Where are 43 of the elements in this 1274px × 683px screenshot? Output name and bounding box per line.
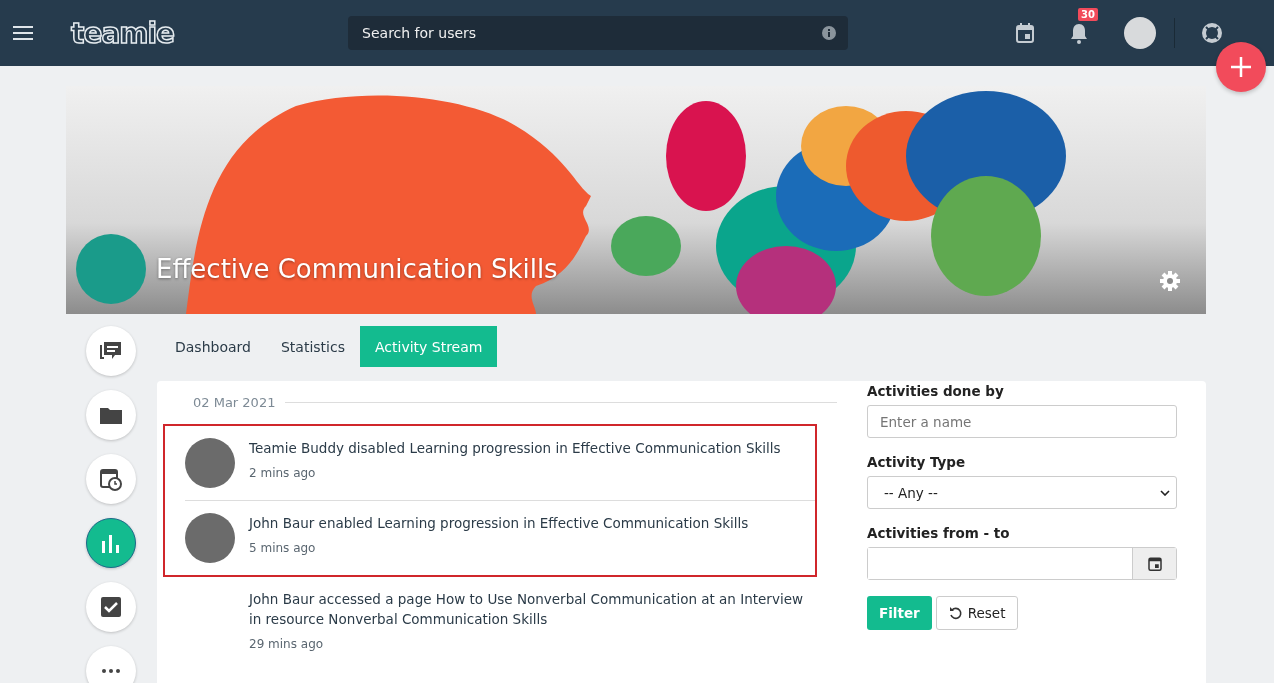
search-field[interactable]: Search for users xyxy=(360,24,823,42)
checkbox-icon xyxy=(101,597,121,617)
activity-time: 29 mins ago xyxy=(249,637,325,651)
posts-nav-button[interactable] xyxy=(86,326,136,376)
help-icon[interactable] xyxy=(1201,22,1224,44)
activity-time: 5 mins ago xyxy=(249,541,317,555)
activity-text: John Baur accessed a page How to Use Nonverbal Communication at an Interview in resource Nonverbal Communication Skills xyxy=(249,590,804,629)
calendar-clock-icon xyxy=(100,467,122,491)
field-label: Activities done by xyxy=(867,383,1005,399)
field-label: Activity Type xyxy=(867,454,967,470)
more-icon xyxy=(102,669,120,673)
name-field[interactable]: Enter a name xyxy=(867,405,1177,438)
chart-nav-button[interactable] xyxy=(86,518,136,568)
folder-nav-button[interactable] xyxy=(86,390,136,440)
reset-button[interactable]: Reset xyxy=(935,596,1019,630)
reset-icon xyxy=(948,606,962,620)
tasks-nav-button[interactable] xyxy=(86,582,136,632)
activity-text: Teamie Buddy disabled Learning progression in Effective Communication Skills xyxy=(249,439,781,458)
date-heading: 02 Mar 2021 xyxy=(193,395,276,410)
search-bar[interactable]: Search for users xyxy=(348,16,849,50)
field-label: Activities from - to xyxy=(867,525,1011,541)
chevron-down-icon xyxy=(1160,489,1170,496)
calendar-icon[interactable] xyxy=(1016,23,1035,43)
plus-icon xyxy=(1230,56,1252,78)
bell-icon[interactable] xyxy=(1070,22,1089,44)
info-icon[interactable] xyxy=(822,26,837,40)
date-range-field[interactable] xyxy=(867,547,1177,580)
folder-icon xyxy=(100,406,122,424)
calendar-nav-button[interactable] xyxy=(86,454,136,504)
calendar-icon xyxy=(1147,556,1162,571)
logo[interactable]: teamie xyxy=(71,16,175,50)
calendar-button[interactable] xyxy=(1132,548,1176,579)
notification-count: 30 xyxy=(1078,8,1098,21)
add-button[interactable] xyxy=(1216,42,1266,92)
tab[interactable]: Statistics xyxy=(265,326,360,367)
bar-chart-icon xyxy=(101,533,121,553)
activity-time: 2 mins ago xyxy=(249,466,317,480)
menu-icon[interactable] xyxy=(13,25,33,41)
tab[interactable]: Dashboard xyxy=(160,326,266,367)
activity-text: John Baur enabled Learning progression in Effective Communication Skills xyxy=(249,514,749,533)
settings-icon[interactable] xyxy=(1159,270,1181,292)
activity-type-dropdown[interactable]: -- Any -- xyxy=(867,476,1177,509)
user-avatar[interactable] xyxy=(1124,17,1157,49)
